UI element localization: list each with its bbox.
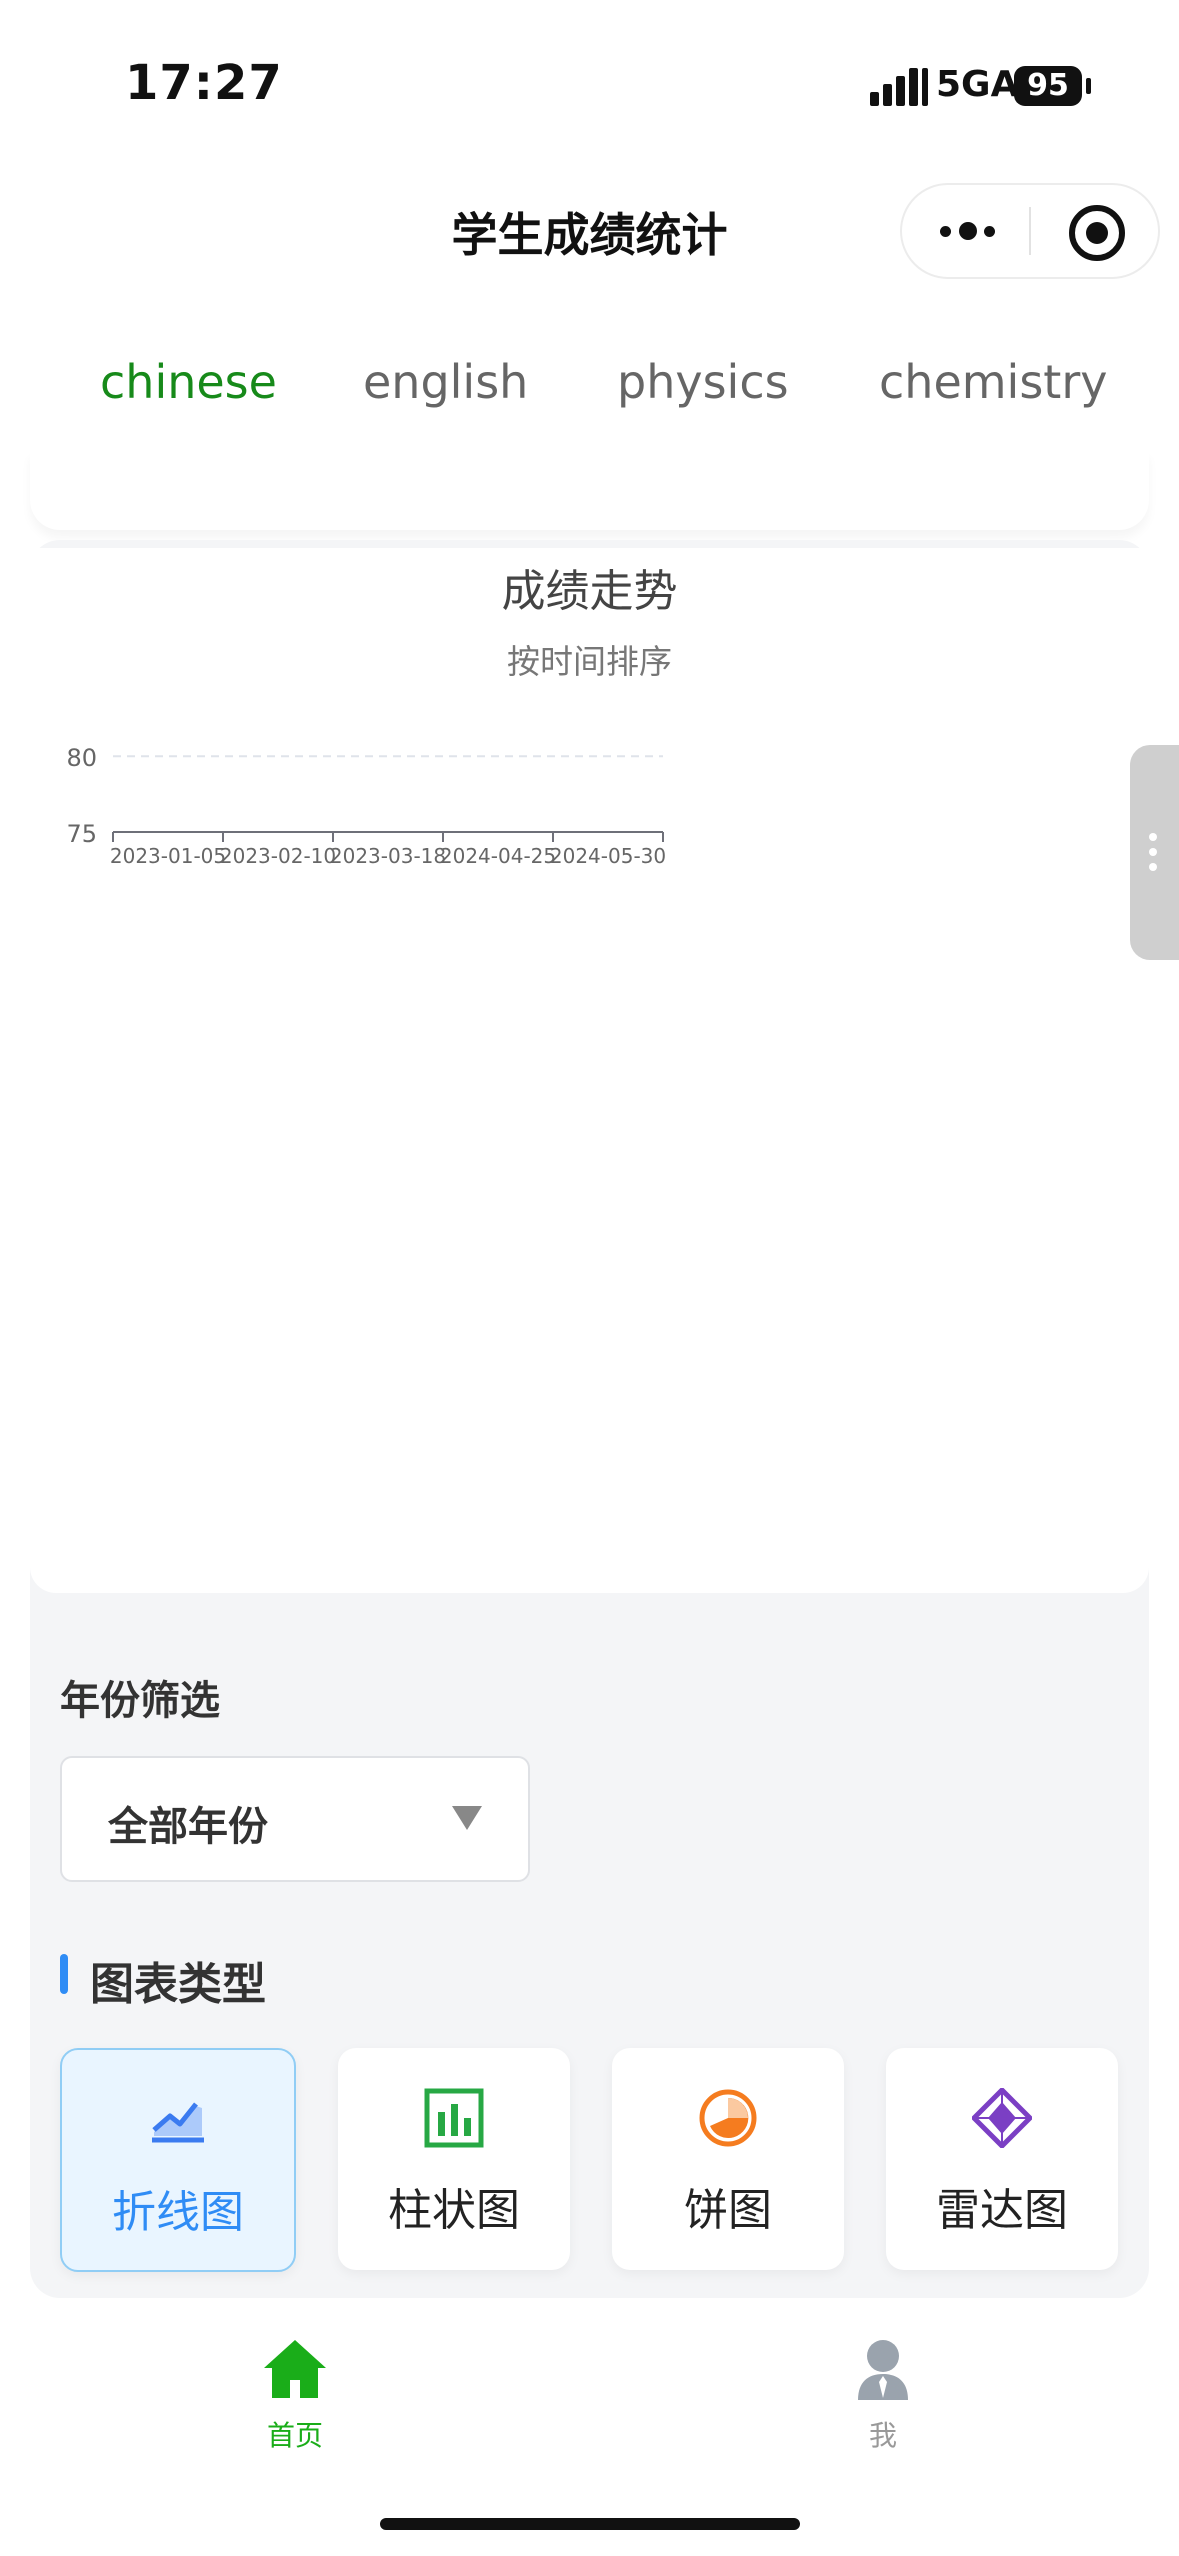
section-accent-bar [60, 1954, 68, 1994]
battery-icon: 95 [1014, 66, 1082, 106]
tabbar-item-me[interactable]: 我 [783, 2338, 983, 2454]
y-tick-label: 80 [66, 744, 97, 772]
section-title: 图表类型 [90, 1959, 266, 2010]
chart-type-label: 柱状图 [388, 2185, 520, 2236]
x-tick-label: 2023-02-10 [220, 844, 336, 868]
line-chart-icon [152, 2102, 204, 2143]
tabbar-label-home: 首页 [266, 2419, 323, 2452]
home-icon [264, 2340, 326, 2398]
chart-type-radar-button[interactable]: 雷达图 [886, 2048, 1118, 2270]
tabs-card [30, 450, 1149, 530]
signal-icon [870, 66, 932, 106]
chart-type-label: 雷达图 [936, 2185, 1068, 2236]
side-drag-handle[interactable] [1130, 745, 1179, 960]
pie-chart-icon [699, 2089, 757, 2147]
chart-type-label: 饼图 [684, 2185, 772, 2236]
year-filter-label: 年份筛选 [60, 1678, 220, 1724]
chart-type-pie-button[interactable]: 饼图 [612, 2048, 844, 2270]
tabbar-label-me: 我 [868, 2419, 897, 2452]
line-chart: 75808590951002023-01-052023-02-102023-03… [66, 744, 666, 868]
chart-title: 成绩走势 [501, 566, 678, 617]
tab-physics[interactable]: physics [617, 355, 789, 409]
more-icon[interactable] [940, 221, 1020, 241]
mini-program-capsule [900, 183, 1160, 279]
chart-type-label: 折线图 [112, 2187, 244, 2238]
status-bar: 17:27 5GA 95 [0, 0, 1179, 150]
network-type: 5GA [936, 64, 1019, 105]
status-time: 17:27 [125, 55, 283, 111]
y-tick-label: 75 [66, 820, 97, 848]
tabbar-item-home[interactable]: 首页 [195, 2338, 395, 2454]
x-tick-label: 2023-03-18 [330, 844, 446, 868]
tab-chemistry[interactable]: chemistry [879, 355, 1107, 409]
navigation-bar: 学生成绩统计 [0, 175, 1179, 285]
bar-chart-icon [424, 2088, 484, 2148]
x-tick-label: 2024-05-30 [550, 844, 666, 868]
tab-chinese[interactable]: chinese [100, 355, 277, 409]
x-tick-label: 2024-04-25 [440, 844, 556, 868]
home-indicator [380, 2518, 800, 2530]
x-tick-label: 2023-01-05 [110, 844, 226, 868]
chart-type-bar-button[interactable]: 柱状图 [338, 2048, 570, 2270]
year-select-value: 全部年份 [108, 1804, 268, 1850]
chart-subtitle: 按时间排序 [507, 642, 672, 681]
chart-type-line-button[interactable]: 折线图 [60, 2048, 296, 2272]
battery-tip [1086, 78, 1091, 94]
tab-english[interactable]: english [363, 355, 528, 409]
dropdown-arrow-icon [452, 1806, 482, 1830]
subject-tabs: chinese english physics chemistry [0, 355, 1179, 445]
close-mini-program-icon[interactable] [1069, 205, 1125, 261]
user-icon [858, 2340, 908, 2400]
radar-chart-icon [972, 2088, 1032, 2148]
capsule-divider [1029, 207, 1031, 255]
year-select[interactable]: 全部年份 [60, 1756, 530, 1882]
